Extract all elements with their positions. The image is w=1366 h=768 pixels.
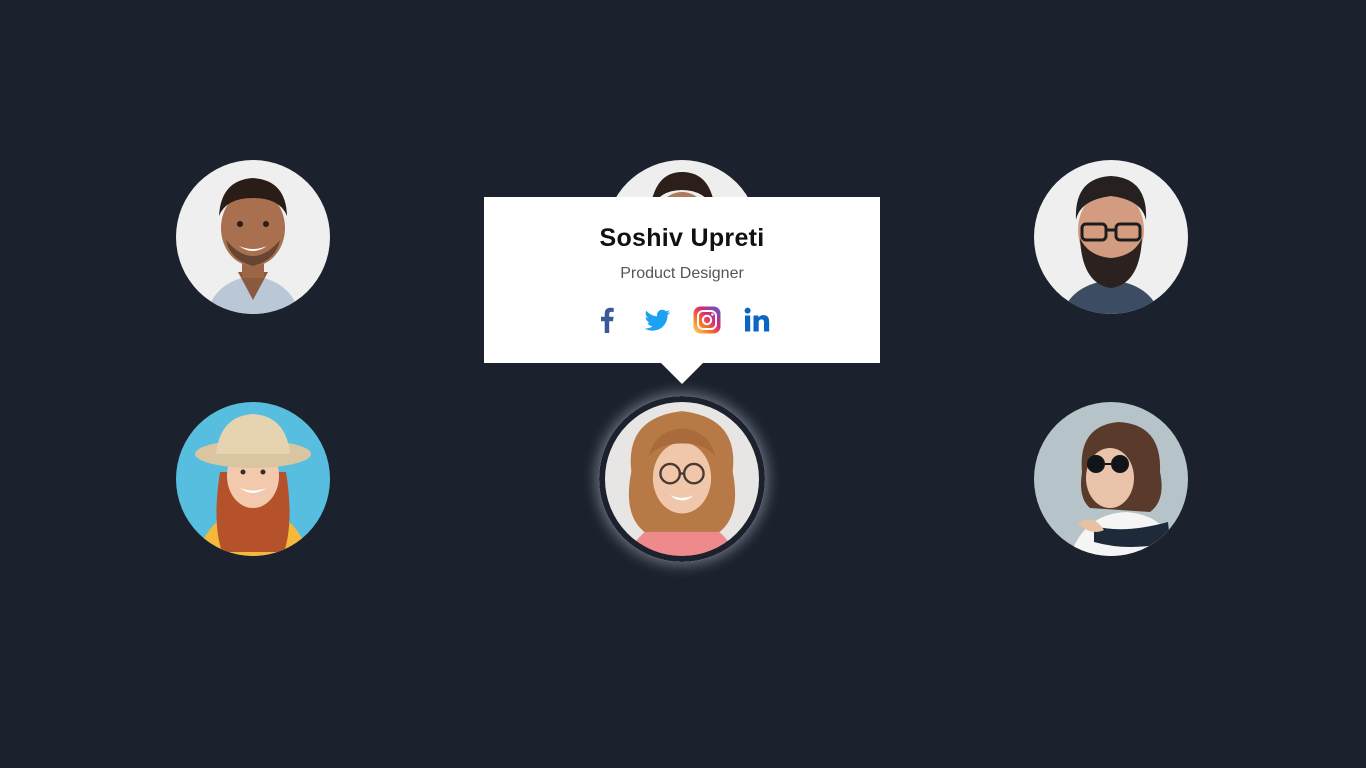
portrait-man-glasses-beard	[1034, 160, 1188, 314]
portrait-woman-hat	[176, 402, 330, 556]
team-member-avatar-1[interactable]	[176, 160, 330, 314]
member-name: Soshiv Upreti	[599, 224, 765, 252]
facebook-icon	[601, 307, 614, 333]
profile-tooltip: Soshiv Upreti Product Designer	[484, 197, 880, 384]
tooltip-pointer	[661, 363, 703, 384]
team-member-avatar-3[interactable]	[1034, 160, 1188, 314]
instagram-icon	[693, 306, 721, 334]
member-role: Product Designer	[620, 265, 744, 282]
portrait-man-smiling	[176, 160, 330, 314]
twitter-icon	[644, 309, 670, 331]
linkedin-link[interactable]	[742, 305, 772, 335]
team-member-avatar-6[interactable]	[1034, 402, 1188, 556]
team-grid: Soshiv Upreti Product Designer	[0, 0, 1366, 768]
social-links	[484, 305, 880, 335]
team-member-avatar-5-active[interactable]	[599, 396, 765, 562]
linkedin-icon	[744, 307, 770, 332]
twitter-link[interactable]	[642, 305, 672, 335]
team-member-avatar-4[interactable]	[176, 402, 330, 556]
portrait-woman-sunglasses	[1034, 402, 1188, 556]
facebook-link[interactable]	[592, 305, 622, 335]
portrait-woman-curly-glasses	[599, 396, 765, 562]
instagram-link[interactable]	[692, 305, 722, 335]
